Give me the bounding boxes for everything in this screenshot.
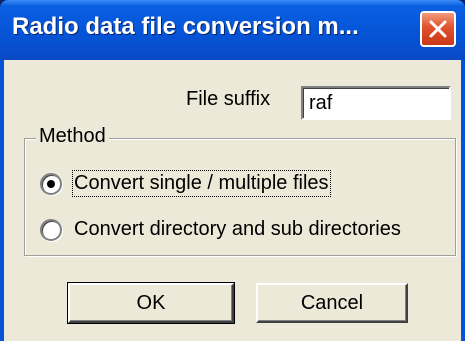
radio-convert-directory-label[interactable]: Convert directory and sub directories [74, 218, 401, 241]
radio-selected-dot [47, 180, 55, 188]
cancel-button[interactable]: Cancel [256, 283, 408, 323]
file-suffix-label: File suffix [186, 88, 271, 110]
radio-convert-directory[interactable] [40, 219, 62, 241]
window-title: Radio data file conversion m... [12, 13, 359, 40]
close-icon [429, 20, 447, 38]
dialog-window: Radio data file conversion m... File suf… [0, 0, 465, 341]
window-border-right [461, 60, 465, 341]
ok-button[interactable]: OK [67, 282, 235, 324]
title-bar[interactable]: Radio data file conversion m... [0, 0, 465, 60]
method-group-label: Method [36, 125, 109, 148]
radio-convert-files[interactable] [40, 173, 62, 195]
file-suffix-input[interactable]: raf [301, 86, 451, 120]
close-button[interactable] [420, 11, 456, 47]
radio-convert-files-label[interactable]: Convert single / multiple files [72, 170, 331, 197]
